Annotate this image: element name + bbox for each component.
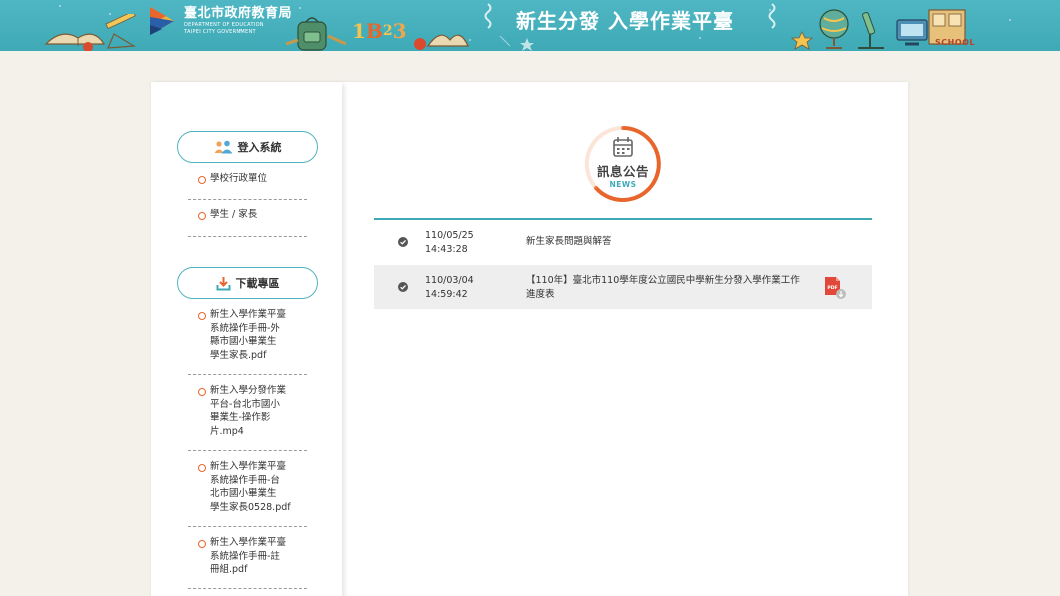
news-title-line: 進度表 <box>526 288 555 300</box>
download-icon <box>216 276 231 291</box>
download-item-line: 畢業生-操作影 <box>210 412 271 423</box>
school-decoration-label: SCHOOL <box>935 38 976 47</box>
users-icon <box>214 140 233 154</box>
pdf-download-icon[interactable]: PDF <box>824 276 848 300</box>
news-title-link[interactable]: 新生家長問題與解答 <box>526 235 818 249</box>
check-circle-icon <box>398 237 408 247</box>
org-subtitle-en2: TAIPEI CITY GOVERNMENT <box>184 29 256 35</box>
download-item-line: 學生家長0528.pdf <box>210 501 291 513</box>
download-item-line: 平台-台北市國小 <box>210 398 280 410</box>
site-header: 1B23 SCHOOL 臺北市政府教育局 DEPARTMENT OF EDUCA… <box>0 0 1060 51</box>
download-item-line: 新生入學分發作業 <box>210 385 287 396</box>
news-row[interactable]: 110/05/25 14:43:28 新生家長問題與解答 <box>374 220 872 264</box>
org-logo[interactable]: 臺北市政府教育局 DEPARTMENT OF EDUCATION TAIPEI … <box>148 5 292 37</box>
org-subtitle-en: DEPARTMENT OF EDUCATION <box>184 22 264 28</box>
download-area-button[interactable]: 下載專區 <box>177 267 318 299</box>
main-card: 登入系統 學校行政單位 學生 / 家長 下載專區 新生入學作業平臺 系統操作手冊… <box>151 82 908 596</box>
news-section-badge: 訊息公告 NEWS <box>584 125 662 203</box>
download-item-line: 系統操作手冊-台 <box>210 474 280 486</box>
open-book-decoration <box>414 34 469 50</box>
download-item-line: 片.mp4 <box>210 425 244 437</box>
news-title-link[interactable]: 【110年】臺北市110學年度公立國民中學新生分發入學作業工作 進度表 <box>526 274 818 301</box>
numbers-decoration: 1B23 <box>352 14 407 48</box>
login-system-label: 登入系統 <box>237 141 282 154</box>
download-area-label: 下載專區 <box>235 277 280 290</box>
download-item-line: 學生家長.pdf <box>210 349 267 361</box>
news-date: 110/03/04 <box>425 275 474 286</box>
circle-bullet-icon <box>198 464 206 472</box>
login-option-label: 學生 / 家長 <box>210 209 258 220</box>
pdf-label: PDF <box>827 285 837 291</box>
download-item-video[interactable]: 新生入學分發作業 平台-台北市國小 畢業生-操作影 片.mp4 <box>188 375 307 451</box>
deco-number: 3 <box>392 19 407 43</box>
deco-letter: B <box>365 19 383 43</box>
news-time: 14:43:28 <box>425 243 468 255</box>
check-circle-icon <box>398 282 408 292</box>
circle-bullet-icon <box>198 540 206 548</box>
news-datetime: 110/05/25 14:43:28 <box>425 229 474 256</box>
download-item-manual-taipei[interactable]: 新生入學作業平臺 系統操作手冊-台 北市國小畢業生 學生家長0528.pdf <box>188 451 307 527</box>
deco-number: 1 <box>352 19 366 43</box>
calendar-icon <box>613 137 633 157</box>
login-option-label: 學校行政單位 <box>210 173 268 184</box>
download-item-line: 系統操作手冊-註 <box>210 550 280 562</box>
deco-number: 2 <box>382 23 393 39</box>
news-section-title: 訊息公告 <box>596 164 649 179</box>
org-title: 臺北市政府教育局 <box>184 6 293 21</box>
download-item-line: 北市國小畢業生 <box>210 488 277 499</box>
news-row[interactable]: 110/03/04 14:59:42 【110年】臺北市110學年度公立國民中學… <box>374 265 872 309</box>
circle-bullet-icon <box>198 312 206 320</box>
circle-bullet-icon <box>198 176 206 184</box>
news-date: 110/05/25 <box>425 230 474 241</box>
download-file-list: 新生入學作業平臺 系統操作手冊-外 縣市國小畢業生 學生家長.pdf 新生入學分… <box>188 302 307 589</box>
download-item-manual-registration[interactable]: 新生入學作業平臺 系統操作手冊-註 冊組.pdf <box>188 527 307 589</box>
download-item-line: 縣市國小畢業生 <box>210 336 277 347</box>
circle-bullet-icon <box>198 388 206 396</box>
sidebar: 登入系統 學校行政單位 學生 / 家長 下載專區 新生入學作業平臺 系統操作手冊… <box>151 82 342 596</box>
logo-icon <box>150 7 174 35</box>
news-section-subtitle: NEWS <box>609 180 637 189</box>
science-decoration <box>790 9 884 50</box>
download-item-manual-other-county[interactable]: 新生入學作業平臺 系統操作手冊-外 縣市國小畢業生 學生家長.pdf <box>188 302 307 375</box>
login-system-button[interactable]: 登入系統 <box>177 131 318 163</box>
download-item-line: 系統操作手冊-外 <box>210 322 280 334</box>
login-option-school-admin[interactable]: 學校行政單位 <box>188 170 307 200</box>
news-title-line: 新生家長問題與解答 <box>526 236 612 247</box>
site-title: 新生分發 入學作業平臺 <box>516 9 734 33</box>
login-option-student-parent[interactable]: 學生 / 家長 <box>188 200 307 237</box>
news-title-line: 【110年】臺北市110學年度公立國民中學新生分發入學作業工作 <box>526 275 800 286</box>
backpack-decoration <box>285 17 347 51</box>
circle-bullet-icon <box>198 212 206 220</box>
books-decoration <box>44 14 136 51</box>
news-datetime: 110/03/04 14:59:42 <box>425 274 474 301</box>
download-item-line: 新生入學作業平臺 <box>210 537 287 548</box>
download-item-line: 新生入學作業平臺 <box>210 461 287 472</box>
news-time: 14:59:42 <box>425 288 468 300</box>
download-item-line: 新生入學作業平臺 <box>210 309 287 320</box>
download-item-line: 冊組.pdf <box>210 564 248 575</box>
login-options-list: 學校行政單位 學生 / 家長 <box>188 170 307 237</box>
